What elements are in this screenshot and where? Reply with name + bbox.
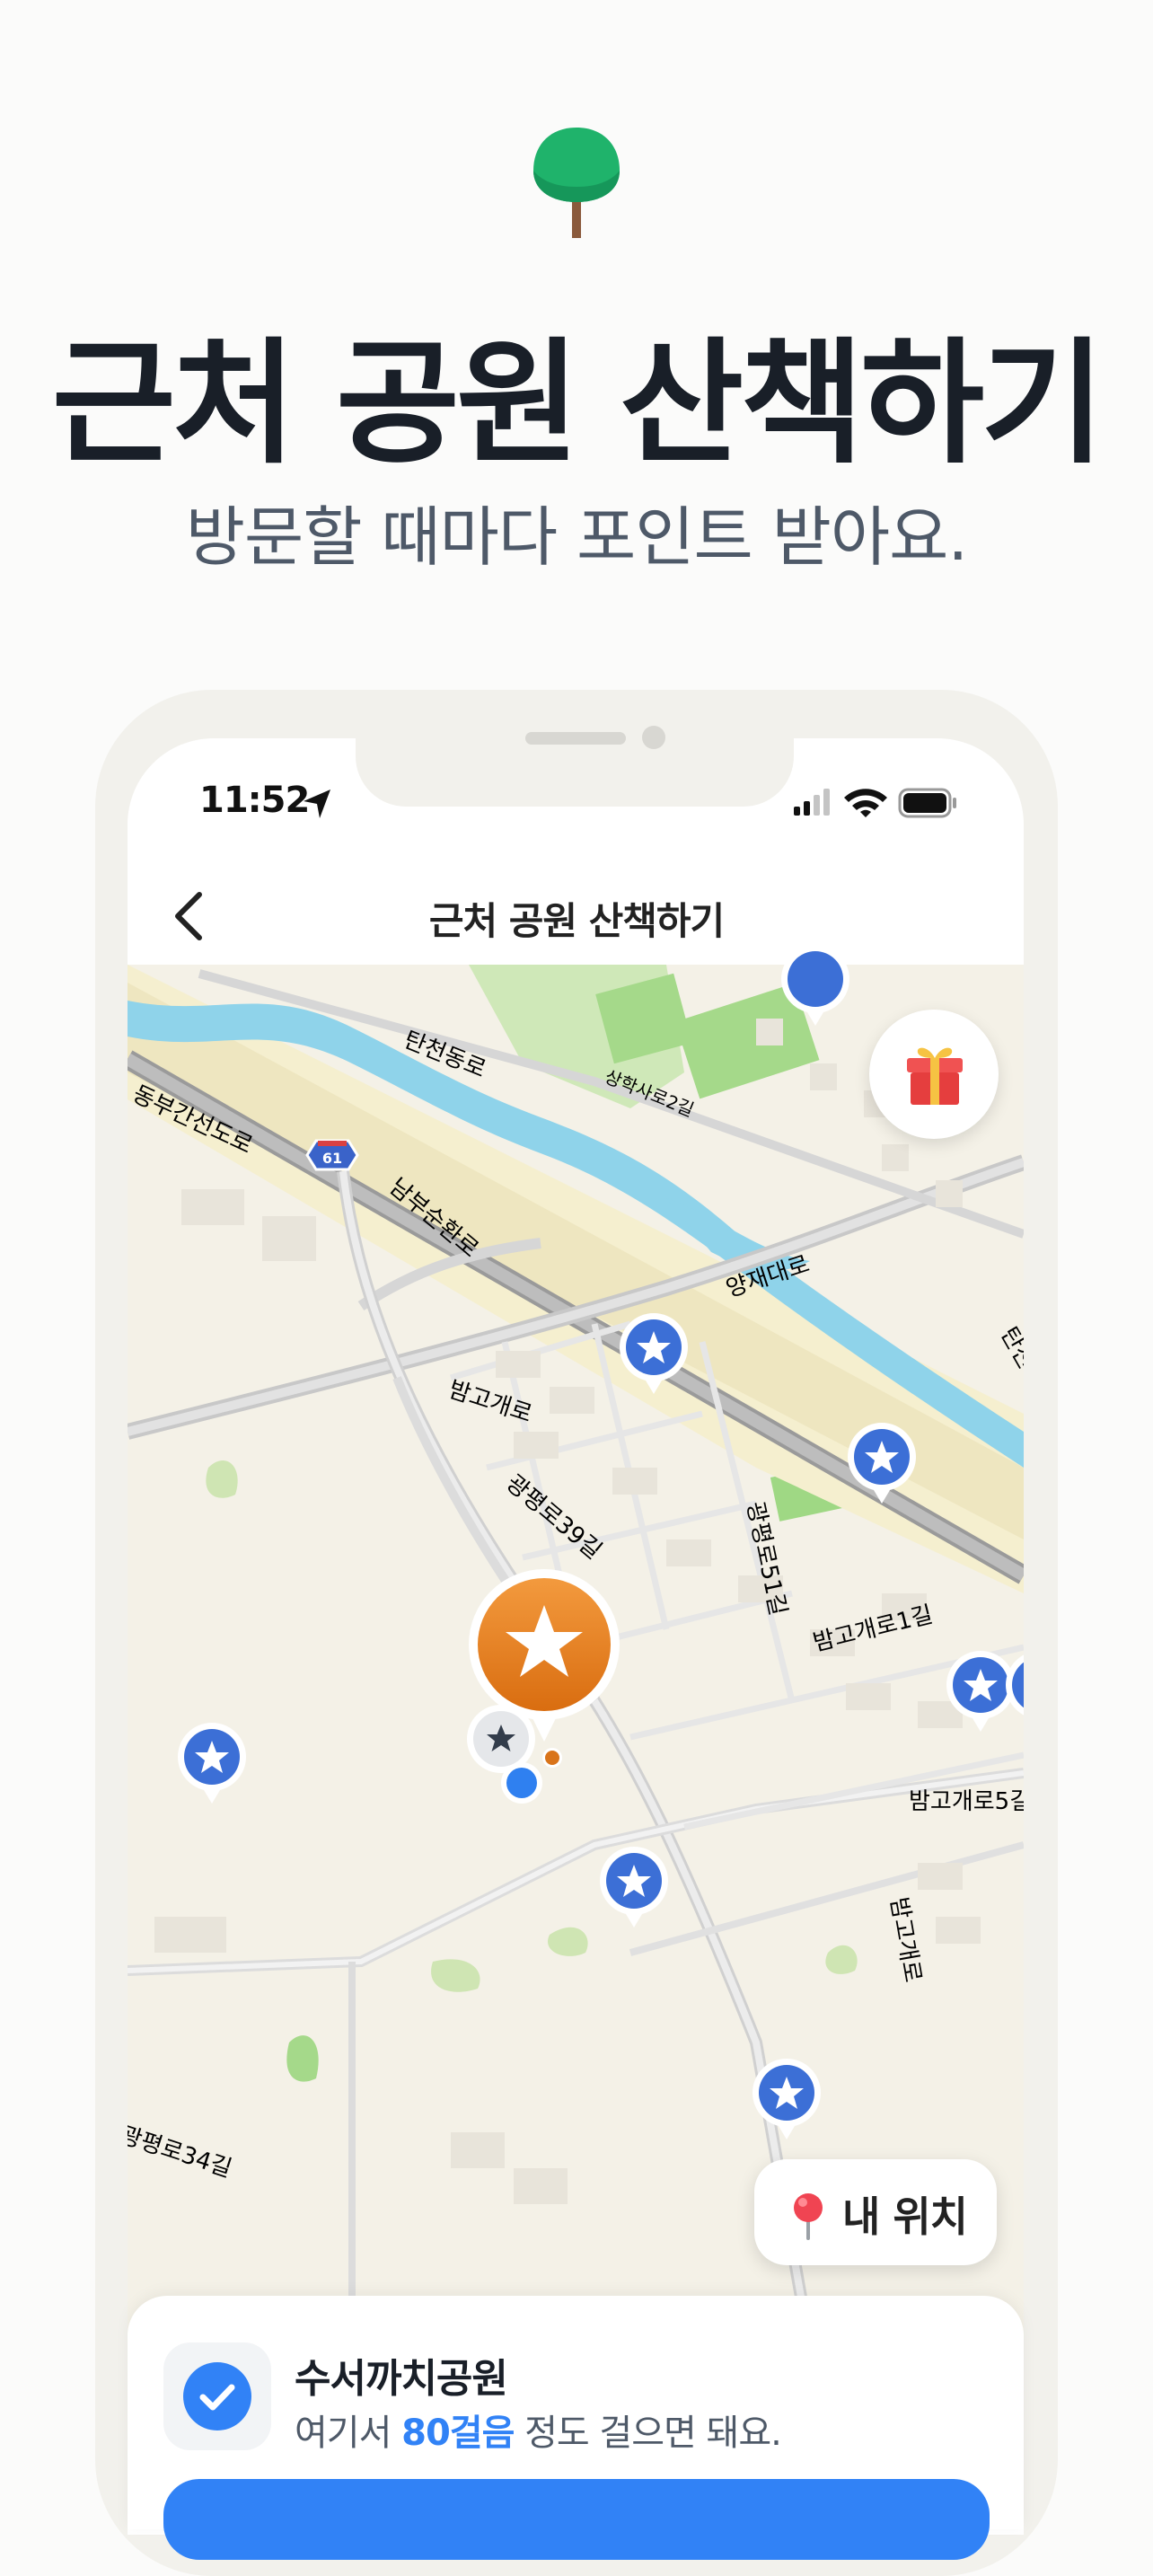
phone-notch bbox=[356, 738, 794, 807]
status-icons bbox=[794, 788, 956, 818]
current-location-dot bbox=[501, 1762, 542, 1804]
status-time: 11:52 bbox=[199, 780, 310, 821]
signal-icon bbox=[794, 789, 830, 816]
park-pin-edge[interactable] bbox=[1004, 1649, 1024, 1721]
map-pin-icon bbox=[794, 2193, 823, 2240]
park-pin-partial[interactable] bbox=[779, 943, 851, 1029]
park-pin[interactable] bbox=[751, 2057, 823, 2143]
phone-camera bbox=[642, 726, 665, 749]
nav-title: 근처 공원 산책하기 bbox=[428, 899, 725, 943]
location-arrow-icon bbox=[304, 790, 330, 818]
desc-prefix: 여기서 bbox=[295, 2413, 402, 2454]
park-name: 수서까치공원 bbox=[295, 2356, 508, 2402]
my-location-label[interactable]: 내 위치 bbox=[842, 2184, 968, 2244]
wifi-icon bbox=[844, 789, 887, 817]
park-pin[interactable] bbox=[598, 1845, 670, 1931]
phone-speaker bbox=[525, 732, 626, 745]
orange-dot bbox=[542, 1748, 562, 1768]
park-pin[interactable] bbox=[176, 1721, 248, 1807]
highway-61-badge: 61 bbox=[305, 1139, 359, 1171]
desc-suffix: 정도 걸으면 돼요. bbox=[514, 2413, 782, 2454]
back-chevron-icon[interactable] bbox=[169, 889, 208, 943]
promo-headline: 근처 공원 산책하기 bbox=[51, 326, 1105, 482]
promo-subheadline: 방문할 때마다 포인트 받아요. bbox=[185, 499, 968, 575]
step-count: 80걸음 bbox=[401, 2413, 515, 2454]
park-distance-text: 여기서 80걸음 정도 걸으면 돼요. bbox=[295, 2404, 782, 2456]
battery-icon bbox=[898, 788, 956, 818]
tree-icon bbox=[533, 128, 620, 238]
park-pin[interactable] bbox=[846, 1421, 918, 1507]
map-label-road10: 밤고개로5길 bbox=[909, 1788, 1024, 1815]
check-circle-icon bbox=[183, 2362, 251, 2430]
svg-text:61: 61 bbox=[322, 1150, 342, 1167]
park-pin[interactable] bbox=[618, 1311, 690, 1398]
gift-icon bbox=[907, 1047, 963, 1105]
primary-action-button[interactable] bbox=[163, 2479, 990, 2560]
